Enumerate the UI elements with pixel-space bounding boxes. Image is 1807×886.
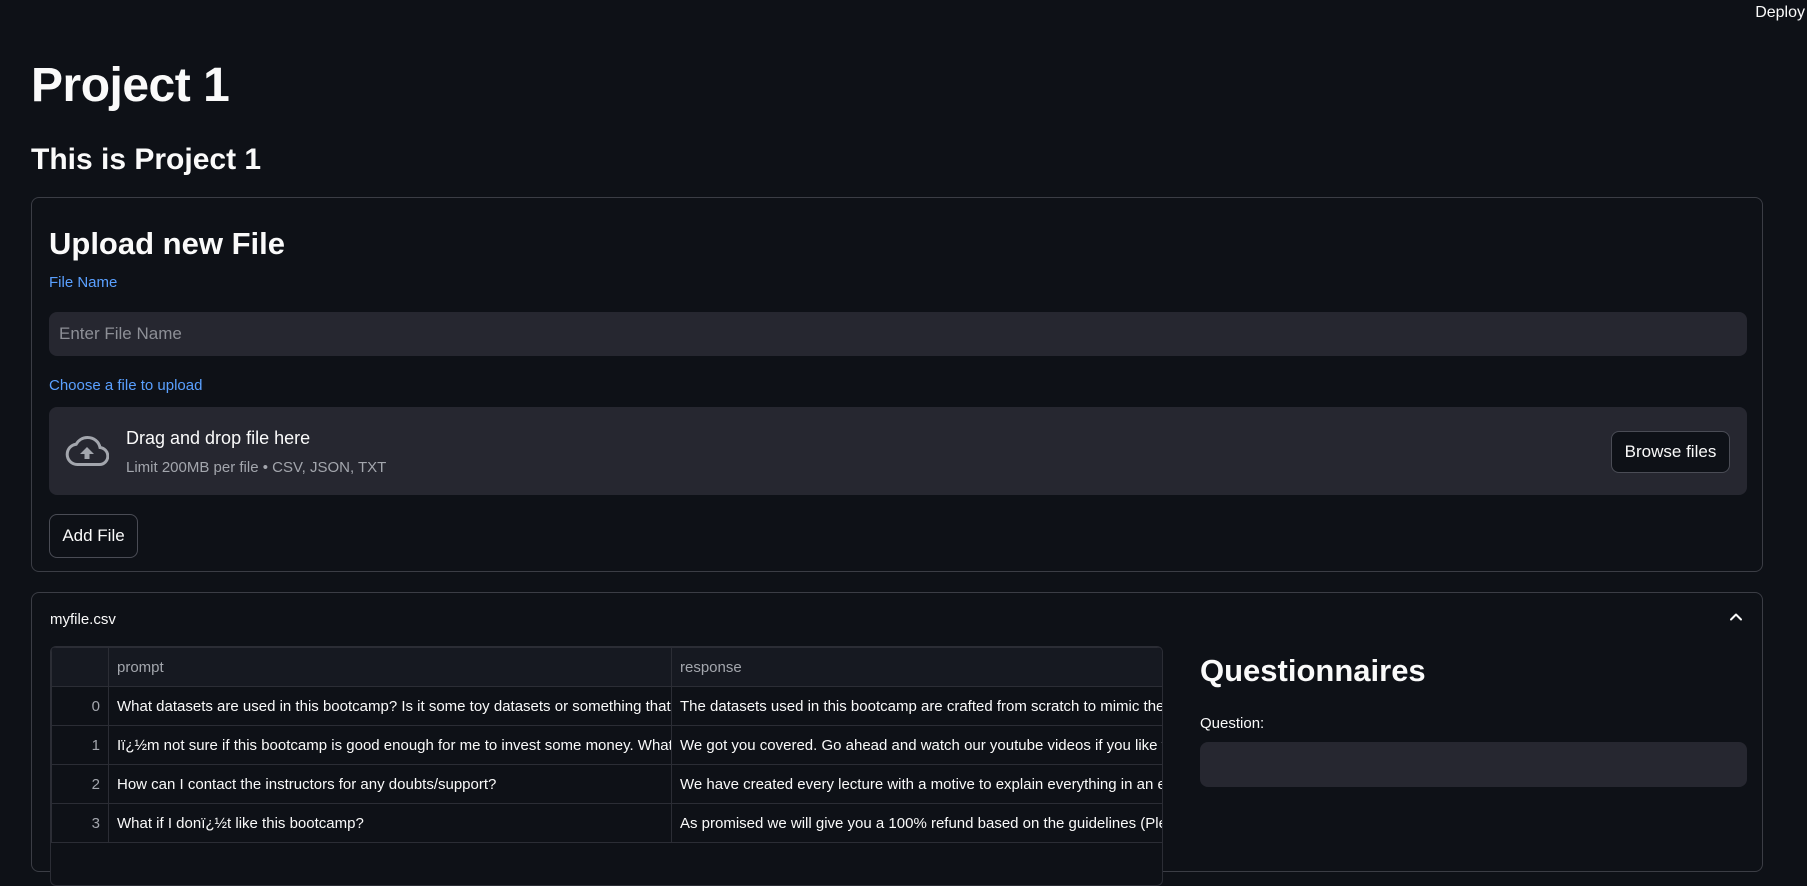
question-label: Question: [1200, 715, 1265, 732]
cell-prompt[interactable]: What datasets are used in this bootcamp?… [108, 686, 672, 726]
dropzone-limit: Limit 200MB per file • CSV, JSON, TXT [126, 459, 387, 476]
upload-heading: Upload new File [49, 226, 285, 261]
column-header-prompt[interactable]: prompt [108, 647, 672, 687]
browse-files-button[interactable]: Browse files [1611, 431, 1730, 473]
row-index: 3 [51, 803, 109, 843]
cell-response[interactable]: We have created every lecture with a mot… [671, 764, 1162, 804]
questionnaires-heading: Questionnaires [1200, 653, 1426, 688]
table-row: 1 Iï¿½m not sure if this bootcamp is goo… [51, 725, 1162, 765]
table-row: 2 How can I contact the instructors for … [51, 764, 1162, 804]
file-uploader-label: Choose a file to upload [49, 377, 203, 394]
expander-header[interactable]: myfile.csv [50, 611, 116, 628]
cell-prompt[interactable]: Iï¿½m not sure if this bootcamp is good … [108, 725, 672, 765]
page-subtitle: This is Project 1 [31, 143, 262, 176]
page-title: Project 1 [31, 59, 230, 112]
cell-response[interactable]: As promised we will give you a 100% refu… [671, 803, 1162, 843]
question-input[interactable] [1200, 742, 1747, 787]
dropzone-title: Drag and drop file here [126, 428, 311, 448]
file-name-input[interactable] [49, 312, 1747, 356]
file-name-label: File Name [49, 274, 118, 291]
cell-response[interactable]: We got you covered. Go ahead and watch o… [671, 725, 1162, 765]
file-dropzone[interactable]: Drag and drop file here Limit 200MB per … [49, 407, 1747, 495]
deploy-button[interactable]: Deploy [1755, 4, 1805, 22]
column-header-index[interactable] [51, 647, 109, 687]
row-index: 2 [51, 764, 109, 804]
table-header-row: prompt response [51, 647, 1162, 687]
add-file-button[interactable]: Add File [49, 514, 138, 558]
cell-prompt[interactable]: How can I contact the instructors for an… [108, 764, 672, 804]
row-index: 0 [51, 686, 109, 726]
column-header-response[interactable]: response [671, 647, 1162, 687]
chevron-up-icon[interactable] [1728, 609, 1744, 625]
file-expander: myfile.csv prompt response 0 What datase [31, 592, 1763, 886]
data-table[interactable]: prompt response 0 What datasets are used… [50, 646, 1163, 886]
cloud-upload-icon [65, 435, 109, 466]
cell-response[interactable]: The datasets used in this bootcamp are c… [671, 686, 1162, 726]
row-index: 1 [51, 725, 109, 765]
upload-form: Upload new File File Name Choose a file … [31, 197, 1763, 572]
table-row: 3 What if I donï¿½t like this bootcamp? … [51, 803, 1162, 843]
table-row: 0 What datasets are used in this bootcam… [51, 686, 1162, 726]
cell-prompt[interactable]: What if I donï¿½t like this bootcamp? [108, 803, 672, 843]
